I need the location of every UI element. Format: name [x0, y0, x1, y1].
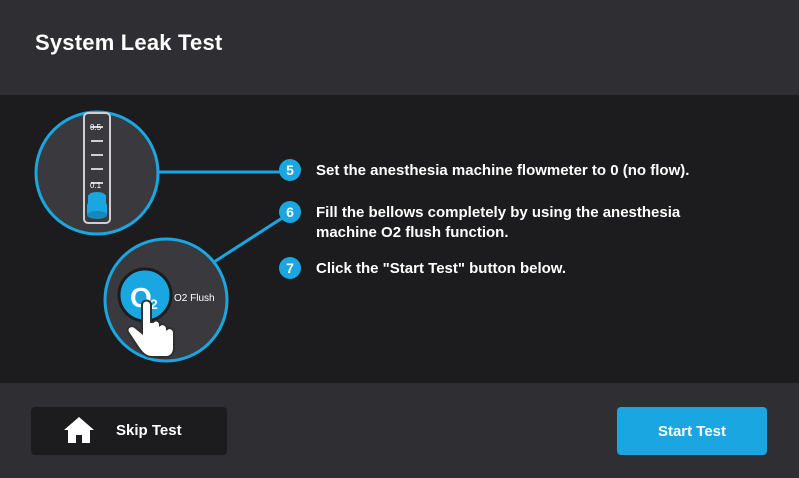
o2-flush-caption: O2 Flush	[174, 293, 215, 304]
skip-test-label: Skip Test	[116, 422, 182, 439]
step-text: Fill the bellows completely by using the…	[316, 204, 681, 241]
step-number-badge: 5	[279, 159, 301, 181]
step-text: Set the anesthesia machine flowmeter to …	[316, 162, 690, 179]
start-test-button[interactable]: Start Test	[617, 407, 767, 455]
step-5: 5 Set the anesthesia machine flowmeter t…	[279, 159, 716, 181]
header: System Leak Test	[0, 0, 799, 95]
flowmeter-label-bottom: 0.1	[90, 181, 102, 190]
page-title: System Leak Test	[35, 30, 223, 55]
flowmeter-label-top: 0.5	[90, 123, 102, 132]
footer: Skip Test Start Test	[0, 383, 799, 478]
flowmeter-icon: 0.5 0.1	[34, 110, 160, 236]
step-number-badge: 7	[279, 257, 301, 279]
step-text: Click the "Start Test" button below.	[316, 260, 567, 277]
step-7: 7 Click the "Start Test" button below.	[279, 257, 716, 279]
step-6: 6 Fill the bellows completely by using t…	[279, 201, 716, 243]
o2-flush-icon: O 2 O2 Flush	[103, 237, 229, 363]
skip-test-button[interactable]: Skip Test	[31, 407, 227, 455]
instructions-panel: 0.5 0.1 O 2 O2 Flush 5 Set the anesthesi…	[0, 95, 799, 383]
step-number-badge: 6	[279, 201, 301, 223]
home-icon	[64, 417, 94, 443]
